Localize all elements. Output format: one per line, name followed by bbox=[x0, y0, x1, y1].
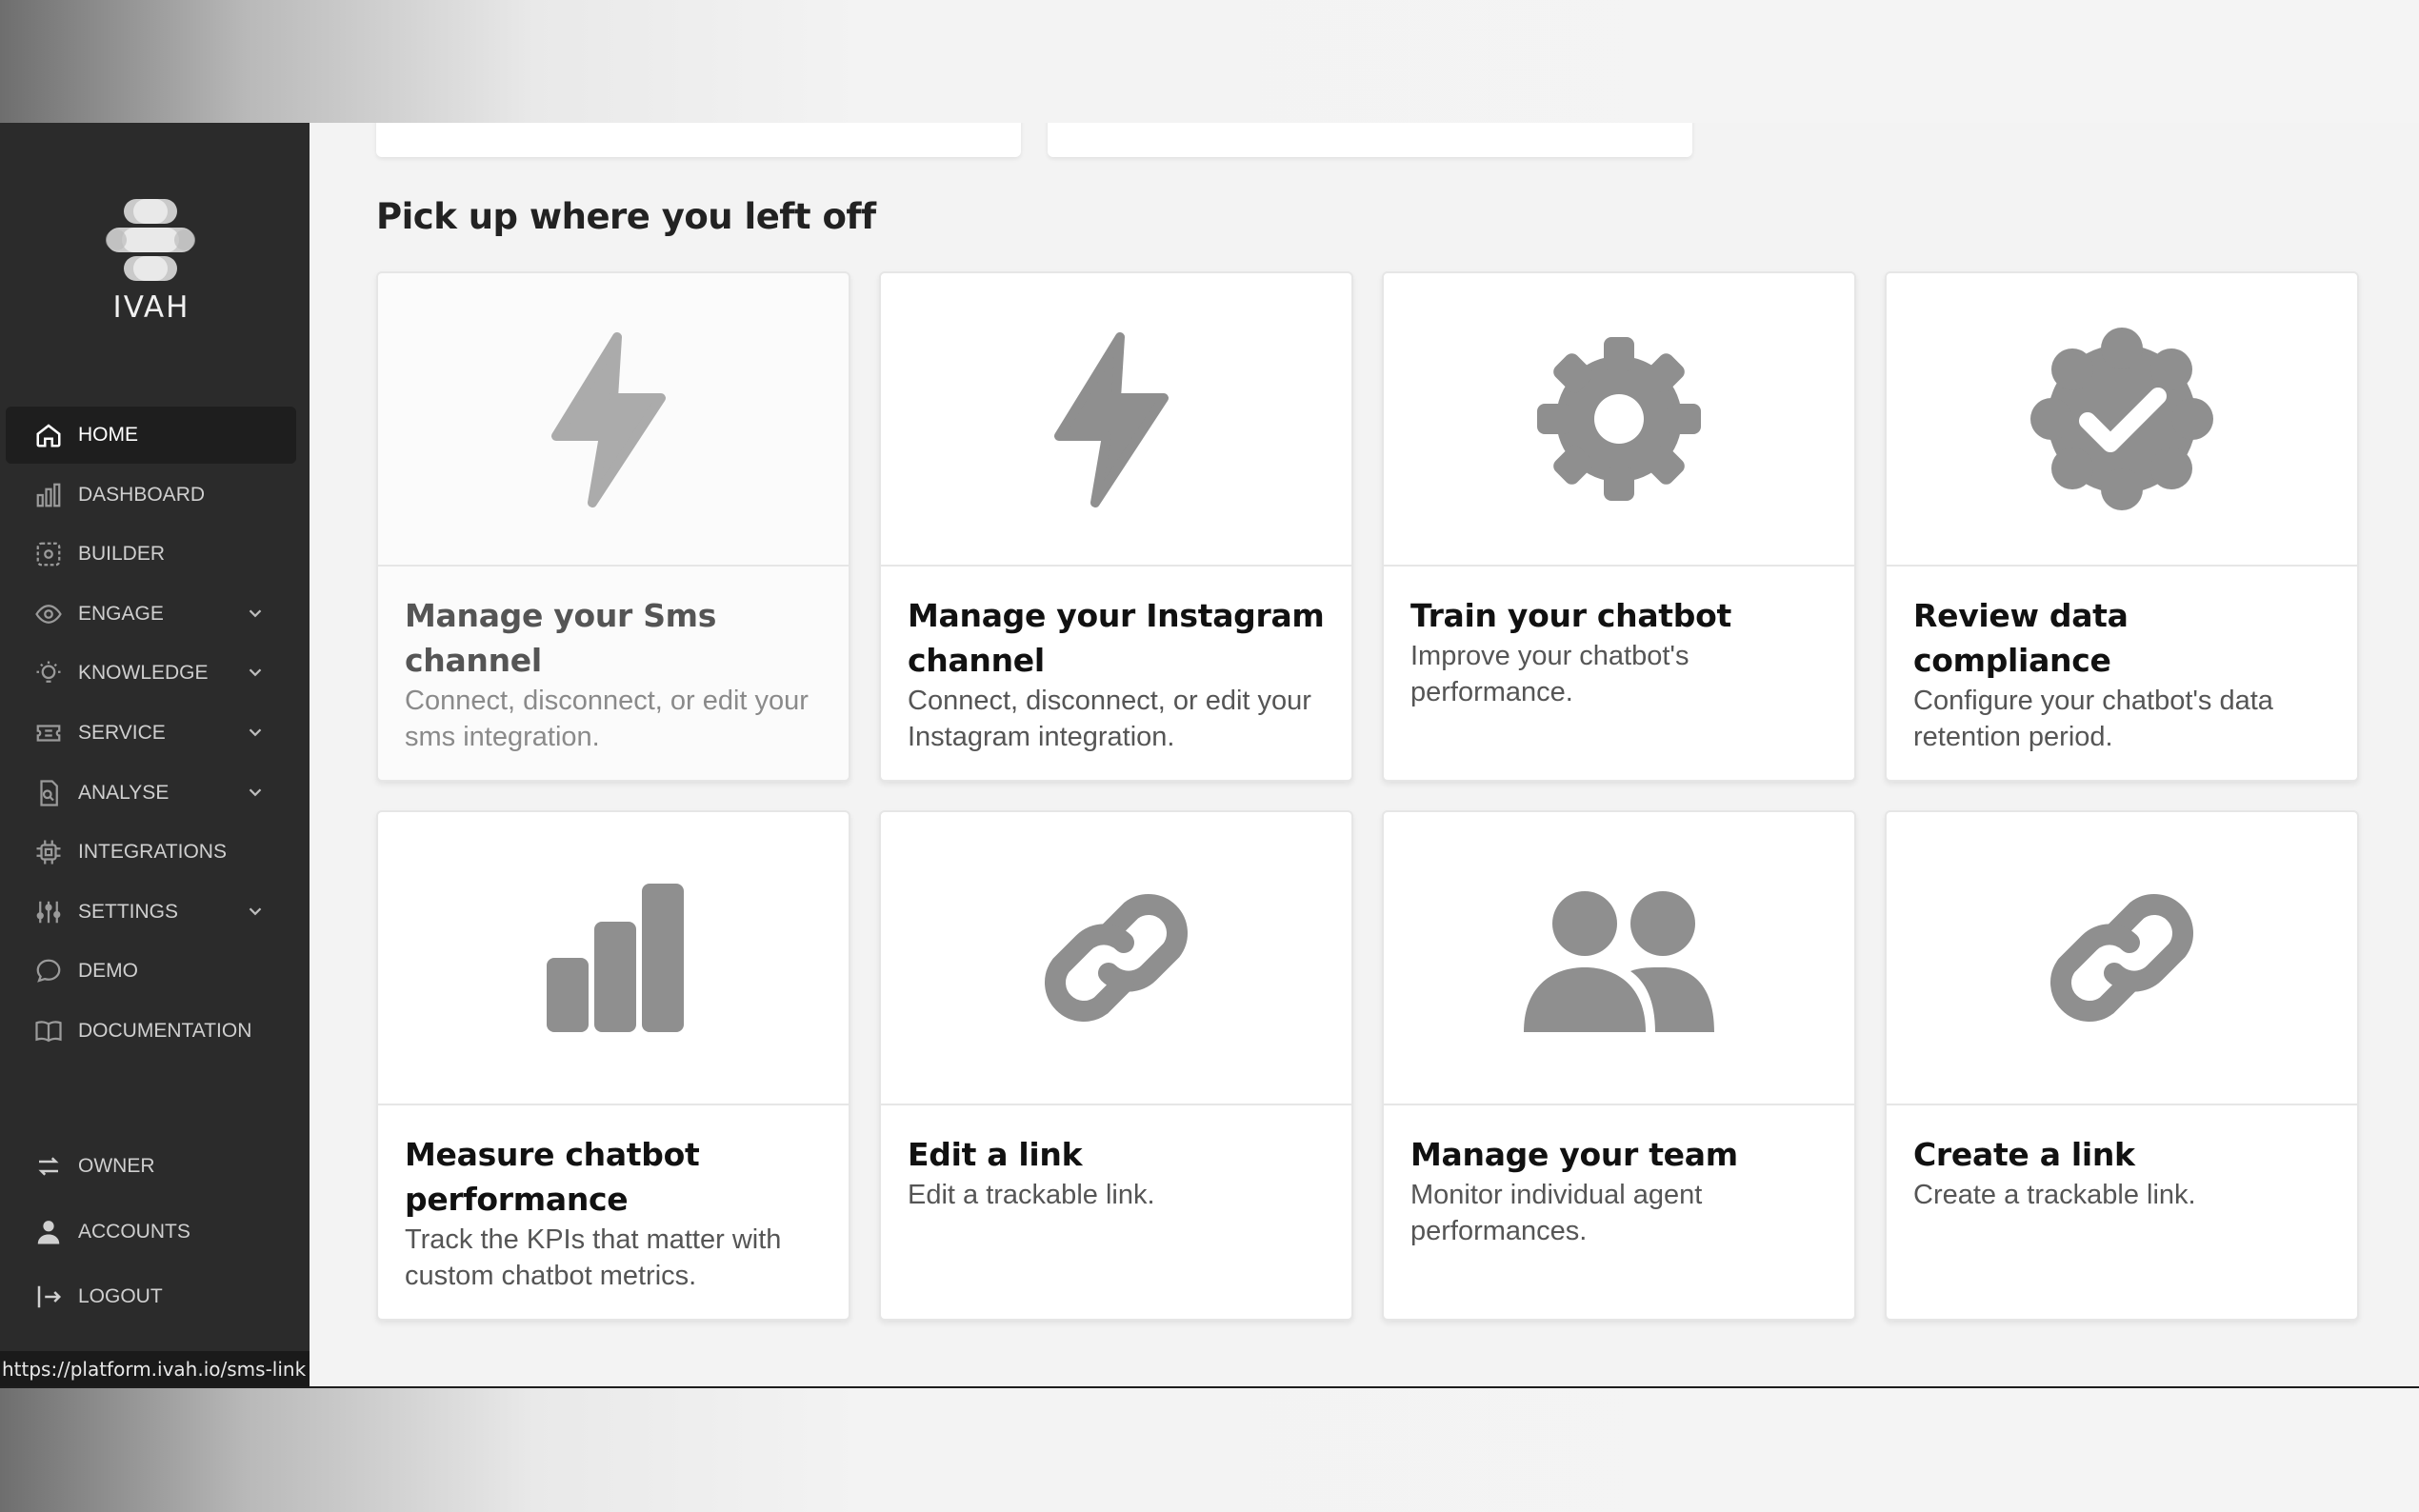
logout-icon bbox=[34, 1283, 63, 1311]
nav-item-label: LOGOUT bbox=[78, 1285, 163, 1308]
home-icon bbox=[34, 421, 63, 449]
ticket-icon bbox=[34, 719, 63, 747]
lightning-icon bbox=[1054, 332, 1169, 507]
card-title: Manage your team bbox=[1410, 1136, 1738, 1173]
nav-item-accounts[interactable]: ACCOUNTS bbox=[6, 1201, 296, 1263]
chevron-down-icon[interactable] bbox=[245, 722, 266, 743]
card-title: Review data compliance bbox=[1913, 597, 2129, 679]
card-description: Connect, disconnect, or edit your sms in… bbox=[405, 686, 809, 752]
link-icon bbox=[1045, 894, 1188, 1022]
nav-item-label: ENGAGE bbox=[78, 602, 164, 625]
nav-item-label: SERVICE bbox=[78, 721, 166, 744]
nav-item-builder[interactable]: BUILDER bbox=[6, 526, 296, 583]
bar-chart-icon bbox=[547, 884, 684, 1032]
nav-item-dashboard[interactable]: DASHBOARD bbox=[6, 467, 296, 524]
brand-name: IVAH bbox=[112, 290, 190, 325]
card-title: Train your chatbot bbox=[1410, 597, 1731, 634]
nav-item-label: DASHBOARD bbox=[78, 483, 206, 506]
nav-item-label: KNOWLEDGE bbox=[78, 662, 209, 685]
nav-item-settings[interactable]: SETTINGS bbox=[6, 884, 296, 941]
sidebar: IVAH HOME DASHBOARD BUILDER ENGAGE KNOWL… bbox=[0, 123, 310, 1386]
previous-card[interactable] bbox=[376, 123, 1021, 157]
nav-item-analyse[interactable]: ANALYSE bbox=[6, 765, 296, 822]
card-description: Configure your chatbot's data retention … bbox=[1913, 686, 2273, 752]
user-icon bbox=[34, 1218, 63, 1246]
link-preview-status: https://platform.ivah.io/sms-link bbox=[0, 1351, 310, 1386]
chevron-down-icon[interactable] bbox=[245, 662, 266, 683]
nav-item-documentation[interactable]: DOCUMENTATION bbox=[6, 1003, 296, 1060]
card-title: Manage your Instagram channel bbox=[908, 597, 1325, 679]
sliders-icon bbox=[34, 898, 63, 926]
nav-item-label: SETTINGS bbox=[78, 900, 179, 923]
nav-item-home[interactable]: HOME bbox=[6, 407, 296, 464]
nav-item-service[interactable]: SERVICE bbox=[6, 705, 296, 762]
nav-item-demo[interactable]: DEMO bbox=[6, 943, 296, 1000]
nav-item-owner[interactable]: OWNER bbox=[6, 1135, 296, 1198]
nav-item-logout[interactable]: LOGOUT bbox=[6, 1265, 296, 1328]
card-description: Improve your chatbot's performance. bbox=[1410, 641, 1689, 707]
app-window: IVAH HOME DASHBOARD BUILDER ENGAGE KNOWL… bbox=[0, 123, 2419, 1388]
nav-item-label: DOCUMENTATION bbox=[78, 1019, 252, 1042]
eye-icon bbox=[34, 600, 63, 628]
card-title: Measure chatbot performance bbox=[405, 1136, 700, 1218]
section-title: Pick up where you left off bbox=[376, 196, 876, 237]
chevron-down-icon[interactable] bbox=[245, 782, 266, 803]
card-measure-performance[interactable]: Measure chatbot performance Track the KP… bbox=[376, 810, 850, 1321]
card-title: Edit a link bbox=[908, 1136, 1083, 1173]
chat-bubble-icon bbox=[34, 957, 63, 985]
chevron-down-icon[interactable] bbox=[245, 603, 266, 624]
lightning-icon bbox=[551, 332, 666, 507]
card-train-chatbot[interactable]: Train your chatbot Improve your chatbot'… bbox=[1382, 271, 1856, 782]
card-review-compliance[interactable]: Review data compliance Configure your ch… bbox=[1885, 271, 2359, 782]
nav-item-label: DEMO bbox=[78, 960, 138, 983]
nav-item-label: BUILDER bbox=[78, 543, 166, 566]
card-manage-instagram[interactable]: Manage your Instagram channel Connect, d… bbox=[879, 271, 1353, 782]
gear-icon bbox=[1537, 337, 1701, 501]
chevron-down-icon[interactable] bbox=[245, 901, 266, 922]
card-description: Monitor individual agent performances. bbox=[1410, 1180, 1703, 1246]
bar-chart-icon bbox=[34, 481, 63, 509]
nav-item-label: HOME bbox=[78, 424, 138, 446]
card-manage-team[interactable]: Manage your team Monitor individual agen… bbox=[1382, 810, 1856, 1321]
builder-icon bbox=[34, 540, 63, 568]
card-description: Edit a trackable link. bbox=[908, 1180, 1155, 1210]
nav-item-knowledge[interactable]: KNOWLEDGE bbox=[6, 645, 296, 702]
card-title: Manage your Sms channel bbox=[405, 597, 717, 679]
check-badge-icon bbox=[2030, 328, 2213, 510]
main-nav: HOME DASHBOARD BUILDER ENGAGE KNOWLEDGE … bbox=[6, 407, 296, 1063]
card-create-link[interactable]: Create a link Create a trackable link. bbox=[1885, 810, 2359, 1321]
quick-actions-grid: Manage your Sms channel Connect, disconn… bbox=[376, 271, 2361, 1321]
link-icon bbox=[2050, 894, 2193, 1022]
card-description: Connect, disconnect, or edit your Instag… bbox=[908, 686, 1311, 752]
team-icon bbox=[1524, 891, 1714, 1032]
nav-item-label: INTEGRATIONS bbox=[78, 841, 227, 864]
chip-icon bbox=[34, 838, 63, 866]
account-nav: OWNER ACCOUNTS LOGOUT bbox=[6, 1135, 296, 1331]
lightbulb-icon bbox=[34, 659, 63, 687]
nav-item-engage[interactable]: ENGAGE bbox=[6, 586, 296, 643]
nav-item-label: OWNER bbox=[78, 1155, 155, 1177]
ivah-logo-icon bbox=[106, 199, 195, 281]
brand-logo[interactable]: IVAH bbox=[103, 197, 198, 325]
nav-item-integrations[interactable]: INTEGRATIONS bbox=[6, 824, 296, 881]
card-manage-sms[interactable]: Manage your Sms channel Connect, disconn… bbox=[376, 271, 850, 782]
previous-card[interactable] bbox=[1048, 123, 1692, 157]
nav-item-label: ANALYSE bbox=[78, 781, 170, 804]
report-icon bbox=[34, 779, 63, 807]
card-description: Create a trackable link. bbox=[1913, 1180, 2196, 1210]
card-edit-link[interactable]: Edit a link Edit a trackable link. bbox=[879, 810, 1353, 1321]
main-content: Pick up where you left off Manage your S… bbox=[310, 123, 2419, 1386]
book-icon bbox=[34, 1017, 63, 1045]
swap-icon bbox=[34, 1152, 63, 1181]
card-title: Create a link bbox=[1913, 1136, 2135, 1173]
card-description: Track the KPIs that matter with custom c… bbox=[405, 1224, 782, 1291]
nav-item-label: ACCOUNTS bbox=[78, 1220, 190, 1243]
